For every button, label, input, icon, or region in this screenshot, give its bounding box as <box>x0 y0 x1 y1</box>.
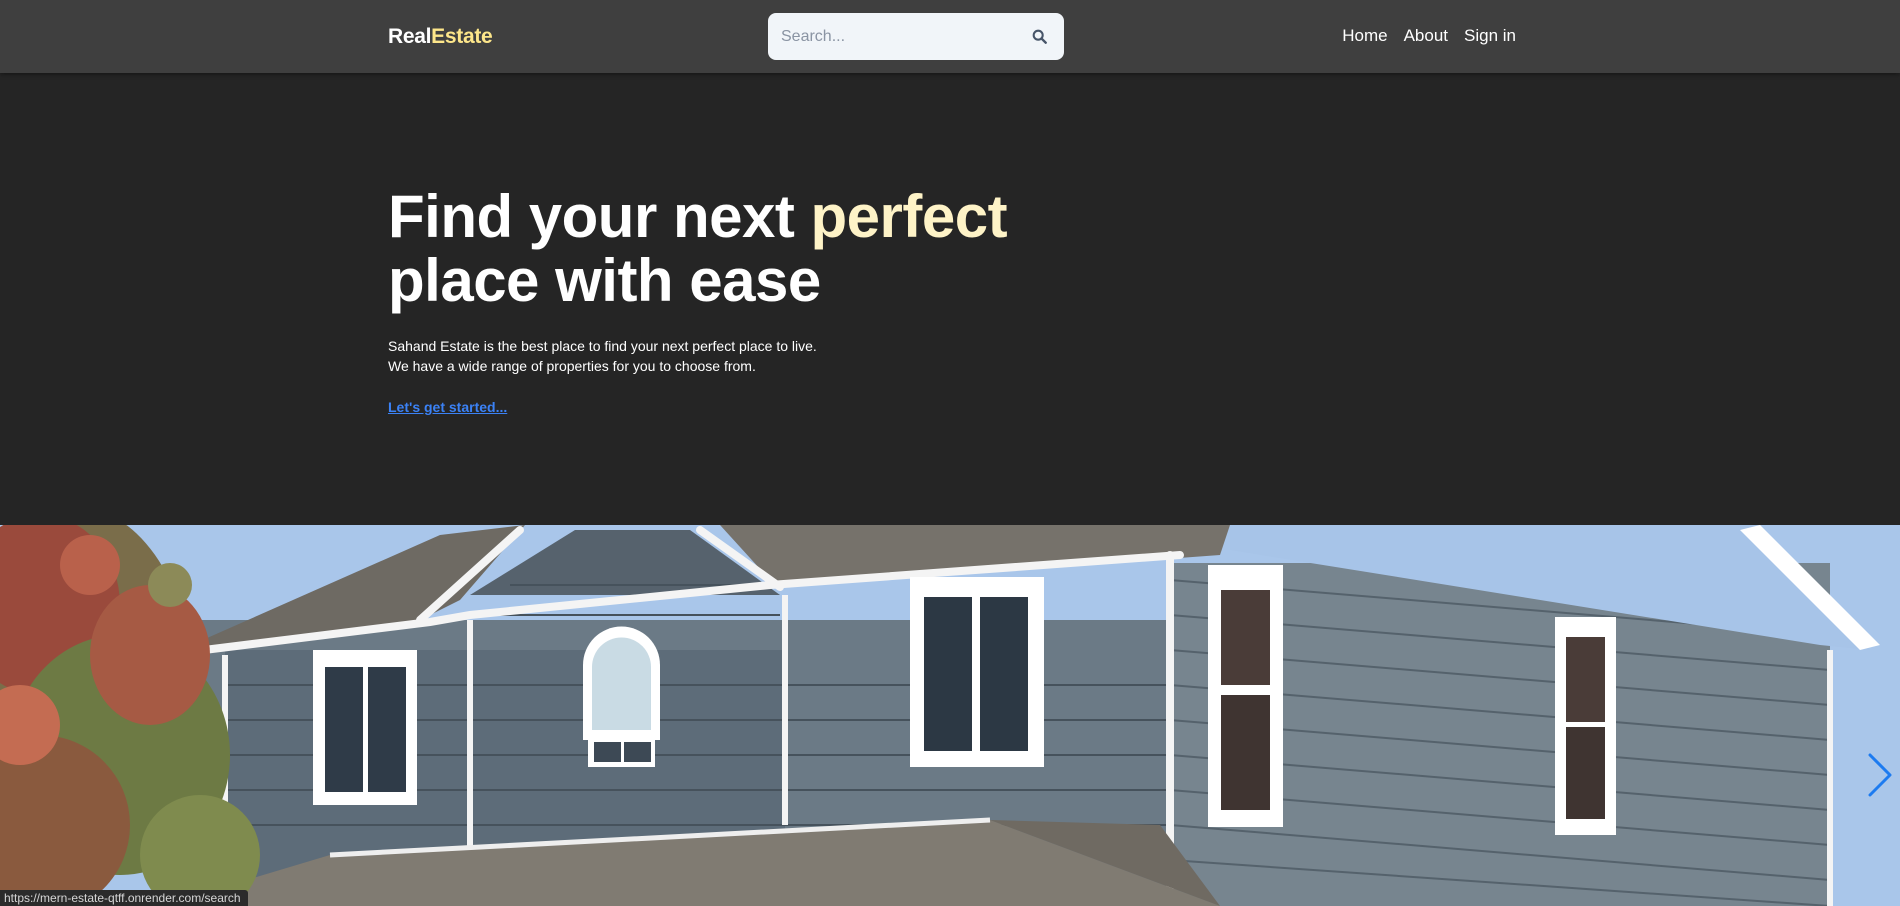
nav-about-link[interactable]: About <box>1404 26 1448 46</box>
hero-description: Sahand Estate is the best place to find … <box>388 336 1208 376</box>
hero-title: Find your next perfect place with ease <box>388 185 1208 313</box>
site-logo[interactable]: RealEstate <box>388 25 493 49</box>
hero-title-end: place with ease <box>388 247 821 314</box>
house-photo <box>0 525 1900 906</box>
search-form <box>768 13 1064 60</box>
search-button[interactable] <box>1028 26 1050 48</box>
hero-title-highlight: perfect <box>810 183 1008 250</box>
logo-text-estate: Estate <box>431 25 493 48</box>
search-input[interactable] <box>781 27 1028 46</box>
hero-title-start: Find your next <box>388 183 811 250</box>
chevron-right-icon <box>1868 753 1892 797</box>
slider-next-button[interactable] <box>1864 751 1894 799</box>
status-bar-url: https://mern-estate-qtff.onrender.com/se… <box>0 890 248 906</box>
hero-description-line-2: We have a wide range of properties for y… <box>388 358 756 374</box>
hero-section: Find your next perfect place with ease S… <box>388 185 1208 417</box>
main-nav: Home About Sign in <box>1342 26 1516 46</box>
nav-signin-link[interactable]: Sign in <box>1464 26 1516 46</box>
listing-image-slider <box>0 525 1900 906</box>
nav-home-link[interactable]: Home <box>1342 26 1387 46</box>
hero-description-line-1: Sahand Estate is the best place to find … <box>388 338 817 354</box>
logo-text-real: Real <box>388 25 432 48</box>
site-header: RealEstate Home About Sign in <box>0 0 1900 73</box>
get-started-link[interactable]: Let's get started... <box>388 399 507 415</box>
search-icon <box>1032 29 1047 44</box>
